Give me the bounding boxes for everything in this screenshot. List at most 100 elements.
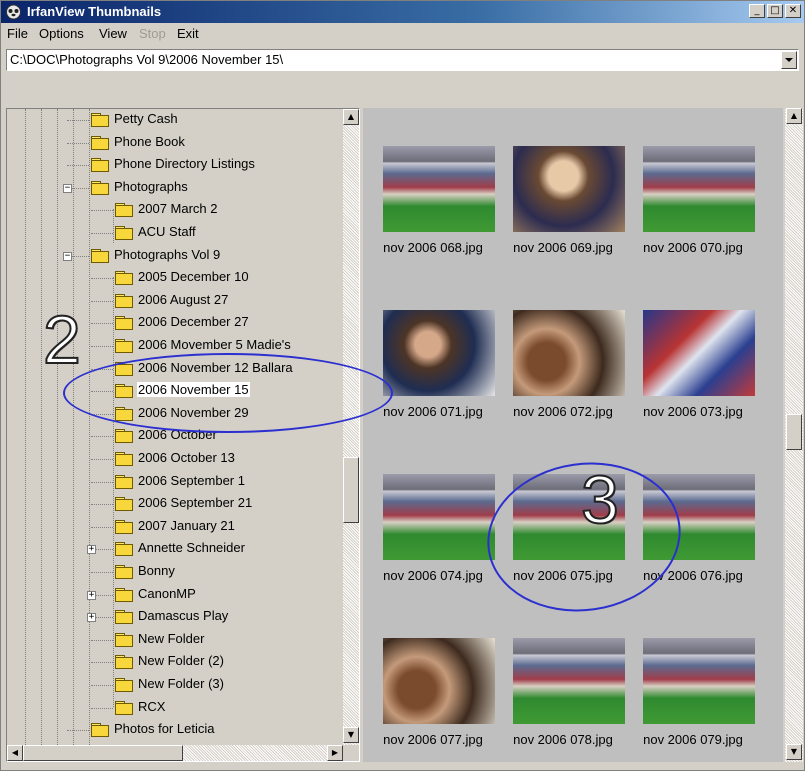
tree-item-phone-directory-listings[interactable]: Phone Directory Listings xyxy=(7,155,341,177)
menu-file[interactable]: File xyxy=(7,26,28,41)
thumbnail-item[interactable]: nov 2006 071.jpg xyxy=(375,296,505,426)
tree-item-new-folder[interactable]: New Folder xyxy=(7,630,341,652)
thumbnail-item[interactable]: nov 2006 068.jpg xyxy=(375,132,505,262)
menu-exit[interactable]: Exit xyxy=(177,26,199,41)
tree-item-new-folder-2[interactable]: New Folder (2) xyxy=(7,652,341,674)
tree-item-2007-march-2[interactable]: 2007 March 2 xyxy=(7,200,341,222)
thumbnail-image[interactable] xyxy=(383,638,495,724)
tree-item-rcx[interactable]: RCX xyxy=(7,698,341,720)
tree-item-label: Photographs xyxy=(114,178,188,194)
tree-scroll-down-button[interactable]: ▼ xyxy=(343,727,359,743)
collapse-icon[interactable]: − xyxy=(63,251,72,261)
window-title: IrfanView Thumbnails xyxy=(27,4,162,19)
thumbnail-caption: nov 2006 079.jpg xyxy=(643,732,743,747)
thumbnail-caption: nov 2006 078.jpg xyxy=(513,732,613,747)
thumbnail-caption: nov 2006 074.jpg xyxy=(383,568,483,583)
folder-icon xyxy=(91,723,109,738)
tree-item-phone-book[interactable]: Phone Book xyxy=(7,133,341,155)
thumbnail-image[interactable] xyxy=(513,310,625,396)
tree-item-photos-for-leticia[interactable]: Photos for Leticia xyxy=(7,720,341,742)
tree-horizontal-scrollbar[interactable]: ◀ ▶ xyxy=(7,745,343,761)
tree-item-label: 2007 March 2 xyxy=(138,201,218,217)
tree-scroll-up-button[interactable]: ▲ xyxy=(343,109,359,125)
folder-icon xyxy=(115,565,133,579)
folder-icon xyxy=(91,248,109,263)
folder-tree[interactable]: Petty Cash Phone Book Phone Directory List… xyxy=(6,108,360,762)
thumbnail-item[interactable]: nov 2006 079.jpg xyxy=(635,624,765,754)
folder-icon xyxy=(115,452,133,466)
thumbnail-item[interactable]: nov 2006 070.jpg xyxy=(635,132,765,262)
folder-icon xyxy=(115,339,133,353)
path-combobox[interactable]: C:\DOC\Photographs Vol 9\2006 November 1… xyxy=(6,49,799,71)
folder-icon xyxy=(115,678,133,692)
folder-icon xyxy=(115,293,133,308)
thumbnail-image[interactable] xyxy=(643,310,755,396)
title-bar[interactable]: IrfanView Thumbnails _ □ ✕ xyxy=(1,1,804,23)
tree-item-acu-staff[interactable]: ACU Staff xyxy=(7,223,341,245)
thumbnail-image[interactable] xyxy=(513,638,625,724)
grid-vertical-scrollbar[interactable]: ▲ ▼ xyxy=(785,108,803,762)
grid-scroll-down-button[interactable]: ▼ xyxy=(786,744,802,760)
tree-item-label: Annette Schneider xyxy=(138,540,245,556)
thumbnail-image[interactable] xyxy=(383,310,495,396)
thumbnail-image[interactable] xyxy=(383,474,495,560)
tree-item-label: Bonny xyxy=(138,563,175,578)
tree-item-bonny[interactable]: Bonny xyxy=(7,562,341,584)
tree-item-2006-september-1[interactable]: 2006 September 1 xyxy=(7,472,341,494)
thumbnail-item[interactable]: nov 2006 074.jpg xyxy=(375,460,505,590)
folder-icon xyxy=(115,632,133,647)
tree-item-damascus-play[interactable]: + Damascus Play xyxy=(7,607,341,629)
tree-scroll-right-button[interactable]: ▶ xyxy=(327,745,343,761)
tree-item-photographs-vol-9[interactable]: − Photographs Vol 9 xyxy=(7,246,341,268)
tree-item-photographs[interactable]: − Photographs xyxy=(7,178,341,200)
collapse-icon[interactable]: − xyxy=(63,183,72,193)
thumbnail-item[interactable]: nov 2006 077.jpg xyxy=(375,624,505,754)
thumbnail-image[interactable] xyxy=(643,146,755,232)
grid-scroll-thumb[interactable] xyxy=(786,414,802,450)
thumbnail-image[interactable] xyxy=(383,146,495,232)
tree-scroll-thumb[interactable] xyxy=(343,457,359,523)
thumbnail-caption: nov 2006 077.jpg xyxy=(383,732,483,747)
tree-hscroll-thumb[interactable] xyxy=(23,745,183,761)
thumbnail-image[interactable] xyxy=(513,146,625,232)
menu-view[interactable]: View xyxy=(99,26,127,41)
thumbnail-item[interactable]: nov 2006 073.jpg xyxy=(635,296,765,426)
grid-scroll-up-button[interactable]: ▲ xyxy=(786,108,802,124)
tree-item-2007-january-21[interactable]: 2007 January 21 xyxy=(7,517,341,539)
tree-item-canonmp[interactable]: + CanonMP xyxy=(7,585,341,607)
tree-item-annette-schneider[interactable]: + Annette Schneider xyxy=(7,539,341,561)
thumbnail-grid[interactable]: nov 2006 068.jpg nov 2006 069.jpg nov 2006… xyxy=(363,108,783,762)
tree-vertical-scrollbar[interactable]: ▲ ▼ xyxy=(343,109,359,745)
tree-item-new-folder-3[interactable]: New Folder (3) xyxy=(7,675,341,697)
tree-item-2006-september-21[interactable]: 2006 September 21 xyxy=(7,494,341,516)
thumbnail-item[interactable]: nov 2006 072.jpg xyxy=(505,296,635,426)
expand-icon[interactable]: + xyxy=(87,613,96,623)
thumbnail-item[interactable]: nov 2006 069.jpg xyxy=(505,132,635,262)
close-button[interactable]: ✕ xyxy=(785,4,801,18)
menu-stop: Stop xyxy=(139,26,166,41)
annotation-marker-2: 2 xyxy=(42,301,82,379)
annotation-circle-2 xyxy=(63,353,393,433)
tree-item-label: Photos for Leticia xyxy=(114,721,215,737)
folder-icon xyxy=(115,542,133,557)
expand-icon[interactable]: + xyxy=(87,545,96,555)
tree-item-label: Phone Book xyxy=(114,133,185,149)
expand-icon[interactable]: + xyxy=(87,590,96,600)
path-dropdown-button[interactable] xyxy=(781,51,797,69)
annotation-marker-3: 3 xyxy=(580,461,620,539)
thumbnail-caption: nov 2006 070.jpg xyxy=(643,240,743,255)
folder-icon xyxy=(91,135,109,150)
tree-item-petty-cash[interactable]: Petty Cash xyxy=(7,110,341,132)
maximize-button[interactable]: □ xyxy=(767,4,783,18)
path-value: C:\DOC\Photographs Vol 9\2006 November 1… xyxy=(10,52,284,67)
menu-options[interactable]: Options xyxy=(39,26,84,41)
tree-item-2006-october-13[interactable]: 2006 October 13 xyxy=(7,449,341,471)
tree-item-label: RCX xyxy=(138,698,166,714)
thumbnail-item[interactable]: nov 2006 078.jpg xyxy=(505,624,635,754)
tree-item-label: 2006 December 27 xyxy=(138,314,249,330)
tree-item-2005-december-10[interactable]: 2005 December 10 xyxy=(7,268,341,290)
tree-scroll-left-button[interactable]: ◀ xyxy=(7,745,23,761)
folder-icon xyxy=(115,316,133,331)
thumbnail-image[interactable] xyxy=(643,638,755,724)
minimize-button[interactable]: _ xyxy=(749,4,765,18)
